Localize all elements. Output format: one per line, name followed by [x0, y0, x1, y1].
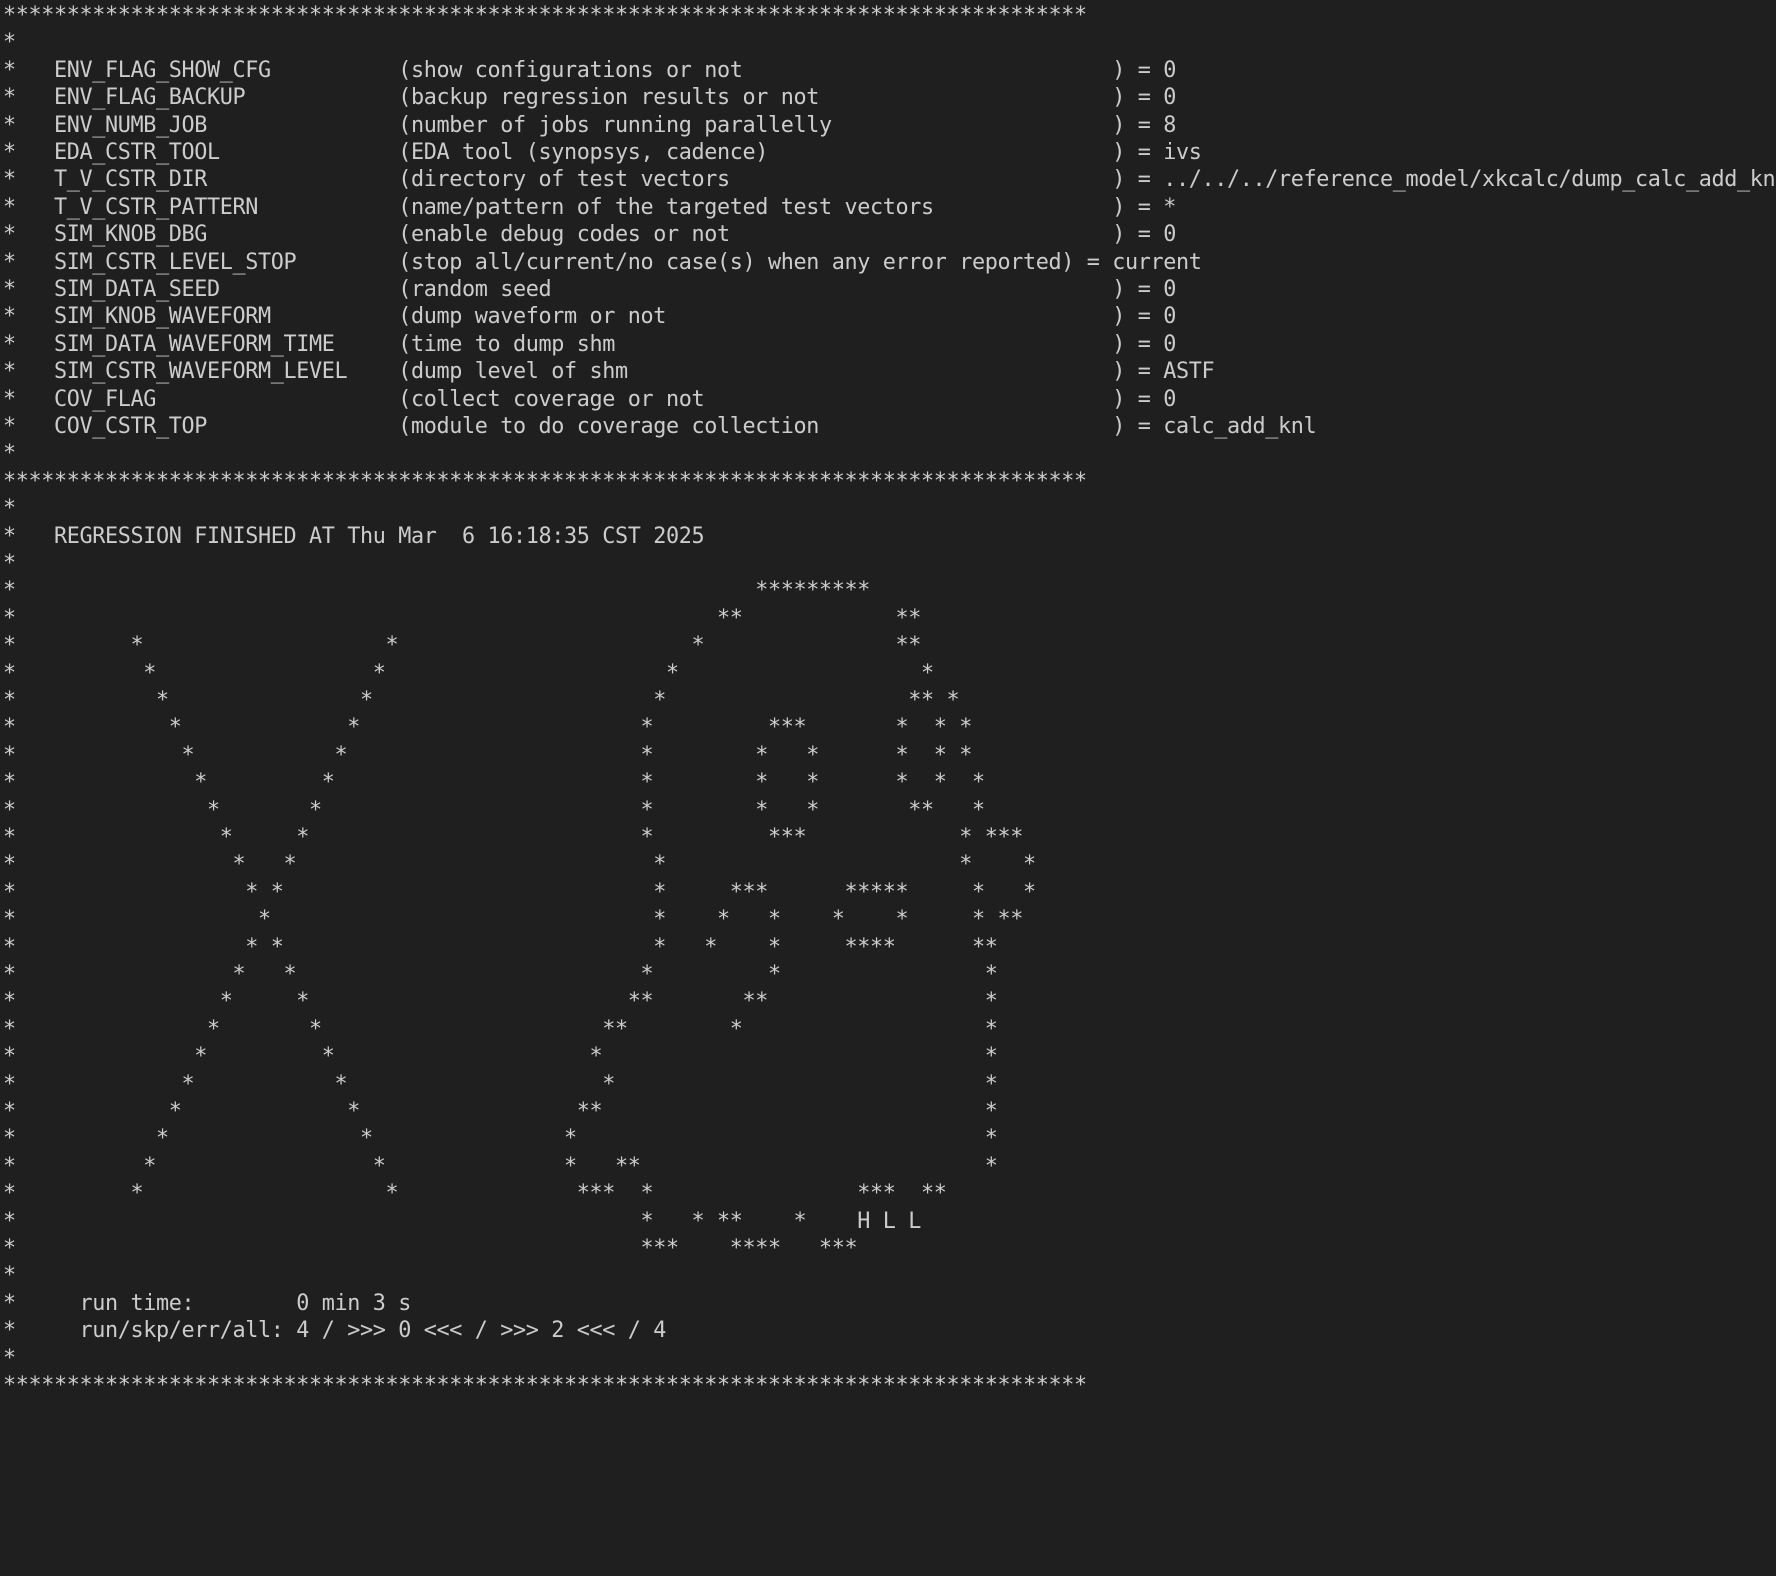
terminal-line: * ** **: [3, 605, 921, 631]
terminal-line: * * * * ** *: [3, 688, 960, 713]
terminal-line: * * * * * * ** *: [3, 797, 985, 823]
terminal-line: * run time: 0 min 3 s: [3, 1290, 411, 1316]
terminal-line: * ENV_NUMB_JOB (number of jobs running p…: [3, 112, 1176, 138]
terminal-line: * * * * *: [3, 1044, 998, 1070]
terminal-line: * * * * *** ***** * *: [3, 879, 1036, 905]
terminal-line: * * * * *: [3, 660, 934, 686]
terminal-line: *: [3, 30, 16, 56]
terminal-line: * T_V_CSTR_DIR (directory of test vector…: [3, 167, 1776, 193]
terminal-line: * * * * ** *: [3, 1153, 998, 1179]
terminal-line: * * * * * *: [3, 962, 998, 987]
terminal-line: * * * * *: [3, 1071, 998, 1097]
terminal-line: * * * * * * * * *: [3, 742, 972, 768]
terminal-line: * * * * *: [3, 1126, 998, 1152]
terminal-line: * * * * * *: [3, 852, 1036, 878]
terminal-line: * * * * * * * * *: [3, 770, 985, 796]
terminal-line: * * * * *** * ***: [3, 825, 1023, 850]
terminal-output: ****************************************…: [0, 0, 1776, 1576]
terminal-line: * SIM_KNOB_WAVEFORM (dump waveform or no…: [3, 304, 1176, 330]
terminal-line: *: [3, 551, 16, 576]
terminal-line: * T_V_CSTR_PATTERN (name/pattern of the …: [3, 194, 1176, 220]
terminal-line: * * * * * * **** **: [3, 934, 998, 960]
terminal-line: * * * * * * * * **: [3, 907, 1023, 933]
terminal-line: * * * ** ** *: [3, 989, 998, 1015]
terminal-line: * * * ** *: [3, 1099, 998, 1124]
terminal-line: * * * ** * *: [3, 1016, 998, 1042]
terminal-line: ****************************************…: [3, 3, 1087, 28]
terminal-line: * SIM_CSTR_LEVEL_STOP (stop all/current/…: [3, 249, 1202, 275]
terminal-line: * * * *** * *** **: [3, 1181, 947, 1207]
terminal-line: * * * * **: [3, 633, 921, 659]
terminal-line: * run/skp/err/all: 4 / >>> 0 <<< / >>> 2…: [3, 1318, 666, 1344]
terminal-line: * *** **** ***: [3, 1236, 858, 1261]
terminal-line: * *********: [3, 578, 870, 604]
terminal-line: * COV_CSTR_TOP (module to do coverage co…: [3, 414, 1317, 439]
terminal-line: * COV_FLAG (collect coverage or not ) = …: [3, 386, 1176, 412]
terminal-line: * EDA_CSTR_TOOL (EDA tool (synopsys, cad…: [3, 140, 1202, 165]
terminal-line: * * * ** * H L L: [3, 1208, 921, 1234]
terminal-line: * ENV_FLAG_BACKUP (backup regression res…: [3, 85, 1176, 111]
terminal-line: * SIM_KNOB_DBG (enable debug codes or no…: [3, 222, 1176, 248]
terminal-line: * SIM_CSTR_WAVEFORM_LEVEL (dump level of…: [3, 359, 1215, 385]
terminal-line: ****************************************…: [3, 1373, 1087, 1398]
terminal-line: * REGRESSION FINISHED AT Thu Mar 6 16:18…: [3, 523, 705, 549]
terminal-line: * * * * *** * * *: [3, 715, 972, 741]
terminal-line: * SIM_DATA_WAVEFORM_TIME (time to dump s…: [3, 331, 1176, 357]
terminal-line: * ENV_FLAG_SHOW_CFG (show configurations…: [3, 57, 1176, 83]
terminal-line: *: [3, 441, 16, 467]
terminal-line: *: [3, 1345, 16, 1371]
terminal-line: *: [3, 1263, 16, 1289]
terminal-line: ****************************************…: [3, 468, 1087, 494]
terminal-line: * SIM_DATA_SEED (random seed ) = 0: [3, 277, 1176, 302]
terminal-line: *: [3, 496, 16, 522]
